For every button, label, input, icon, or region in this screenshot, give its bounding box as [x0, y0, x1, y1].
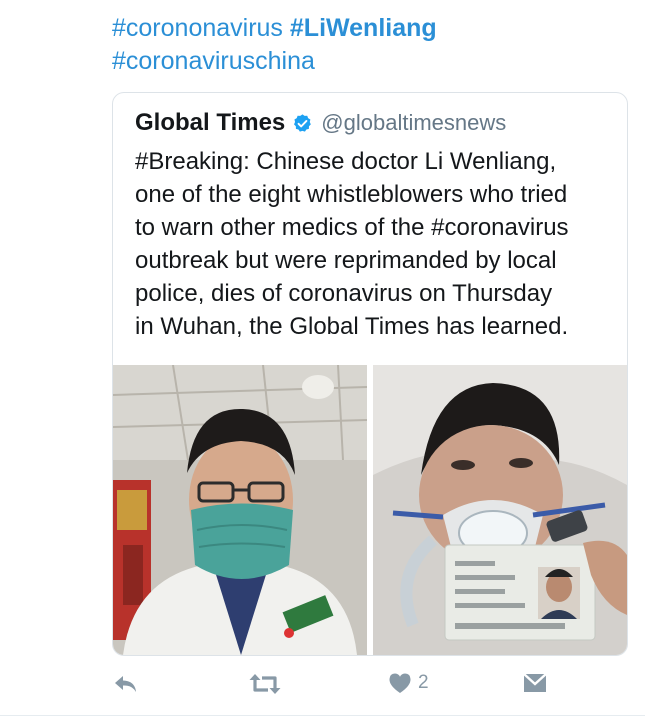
divider [0, 715, 645, 716]
hashtag-liwenliang[interactable]: #LiWenliang [290, 14, 437, 42]
tweet-action-bar: 2 [112, 672, 552, 704]
reply-icon [115, 676, 136, 692]
direct-message-icon [523, 673, 547, 692]
like-button[interactable]: 2 [388, 672, 429, 694]
direct-message-button[interactable] [522, 672, 548, 694]
quoted-tweet-text: #Breaking: Chinese doctor Li Wenliang, o… [135, 145, 621, 343]
quoted-text-line: to warn other medics of the #coronavirus [135, 214, 569, 241]
quoted-tweet-photos [113, 365, 627, 655]
quoted-tweet-card[interactable]: Global Times @globaltimesnews #Breaking:… [112, 92, 628, 656]
hashtag-line-1: #corononavirus #LiWenliang [112, 12, 437, 45]
quoted-author-handle[interactable]: @globaltimesnews [321, 110, 506, 136]
doctor-in-hospital-bed-photo[interactable] [373, 365, 627, 655]
quoted-tweet-header: Global Times @globaltimesnews [135, 109, 506, 137]
retweet-button[interactable] [248, 672, 282, 696]
doctor-with-mask-photo[interactable] [113, 365, 367, 655]
quoted-text-line: #Breaking: Chinese doctor Li Wenliang, [135, 148, 557, 175]
hashtag-corononavirus[interactable]: #corononavirus [112, 14, 283, 42]
tweet-hashtags: #corononavirus #LiWenliang #coronavirusc… [112, 12, 437, 78]
retweet-icon [249, 674, 281, 694]
verified-badge-icon [294, 113, 312, 132]
quoted-text-line: in Wuhan, the Global Times has learned. [135, 313, 569, 340]
reply-button[interactable] [112, 672, 140, 696]
hashtag-coronaviruschina[interactable]: #coronaviruschina [112, 45, 437, 78]
quoted-text-line: police, dies of coronavirus on Thursday [135, 280, 553, 307]
like-count: 2 [418, 672, 429, 693]
like-icon [389, 673, 411, 693]
quoted-author-name[interactable]: Global Times [135, 109, 285, 137]
quoted-text-line: one of the eight whistleblowers who trie… [135, 181, 568, 208]
quoted-text-line: outbreak but were reprimanded by local [135, 247, 557, 274]
